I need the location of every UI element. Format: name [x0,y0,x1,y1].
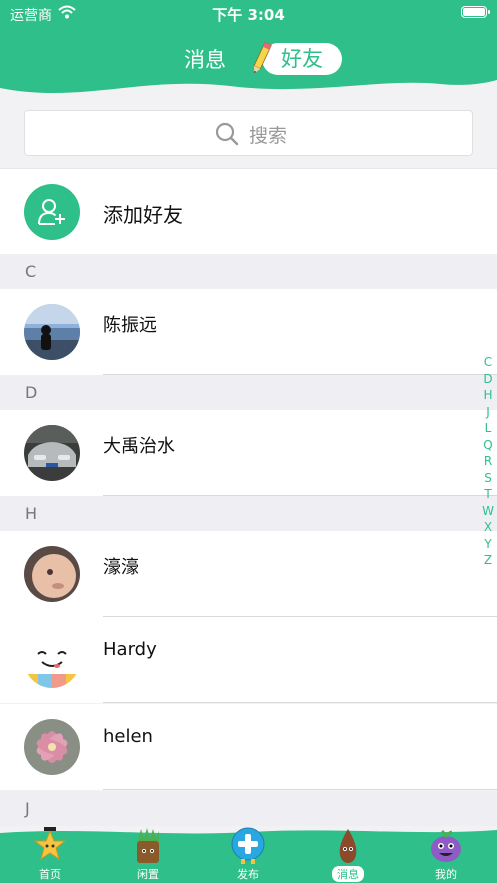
section-header-h: H [0,496,497,531]
index-letter[interactable]: C [478,354,497,371]
avatar [24,425,80,481]
star-mascot-icon [33,827,67,861]
index-letter[interactable]: L [478,420,497,437]
contact-row[interactable]: helen [0,704,497,790]
index-letter[interactable]: T [478,486,497,503]
tab-label: 首页 [39,868,61,881]
battery-icon [461,6,490,18]
plus-mascot-icon [231,827,265,864]
header-wave [0,80,497,100]
index-letter[interactable]: Q [478,437,497,454]
contact-name: helen [103,726,153,747]
index-letter[interactable]: Z [478,552,497,569]
section-header-j: J [0,791,497,826]
index-letter[interactable]: Y [478,536,497,553]
search-area: 搜索 [0,100,497,168]
pencil-icon [253,41,272,74]
tab-friends[interactable]: 好友 [262,43,342,75]
alphabet-index[interactable]: C D H J L Q R S T W X Y Z [478,354,497,569]
index-letter[interactable]: W [478,503,497,520]
tab-idle[interactable]: 闲置 [108,827,188,883]
index-letter[interactable]: X [478,519,497,536]
row-divider [103,702,497,703]
tab-home[interactable]: 首页 [10,827,90,883]
add-friend-avatar [24,184,80,240]
clock: 下午 3:04 [212,6,285,24]
bottom-tab-bar: 首页 闲置 发布 消息 我的 [0,827,497,883]
tab-mine[interactable]: 我的 [406,827,486,883]
section-letter: J [25,799,30,818]
tab-label: 我的 [435,868,457,881]
grape-mascot-icon [431,829,461,862]
contact-row[interactable]: 陈振远 [0,289,497,375]
section-letter: C [25,262,37,281]
contact-name: 大禹治水 [103,436,175,457]
tab-label: 发布 [237,868,259,881]
search-icon [215,122,239,146]
drop-mascot-icon [339,829,357,863]
index-letter[interactable]: D [478,371,497,388]
tab-messages-bottom[interactable]: 消息 [308,827,388,883]
plant-mascot-icon [137,828,159,863]
row-divider [103,789,497,790]
add-friend-row[interactable]: 添加好友 [0,168,497,255]
section-letter: H [25,504,38,523]
avatar [24,632,80,688]
contact-row[interactable]: 濠濠 [0,531,497,617]
contact-name: Hardy [103,639,157,660]
avatar [24,546,80,602]
tab-messages[interactable]: 消息 [184,44,226,74]
tab-label: 消息 [332,866,364,882]
contact-name: 陈振远 [103,315,157,336]
section-header-c: C [0,254,497,289]
top-header: 运营商 下午 3:04 消息 好友 [0,0,497,100]
contact-name: 濠濠 [103,557,139,578]
search-placeholder: 搜索 [249,125,288,147]
section-letter: D [25,383,38,402]
avatar [24,719,80,775]
index-letter[interactable]: R [478,453,497,470]
index-letter[interactable]: H [478,387,497,404]
add-user-icon [38,199,65,225]
index-letter[interactable]: S [478,470,497,487]
search-input[interactable]: 搜索 [24,110,473,156]
status-bar: 运营商 下午 3:04 [0,0,497,26]
section-header-d: D [0,375,497,410]
tab-publish[interactable]: 发布 [208,827,288,883]
contact-row[interactable]: Hardy [0,617,497,703]
add-friend-label: 添加好友 [103,203,183,227]
avatar [24,304,80,360]
tab-label: 闲置 [137,868,159,881]
contact-row[interactable]: 大禹治水 [0,410,497,496]
index-letter[interactable]: J [478,404,497,421]
